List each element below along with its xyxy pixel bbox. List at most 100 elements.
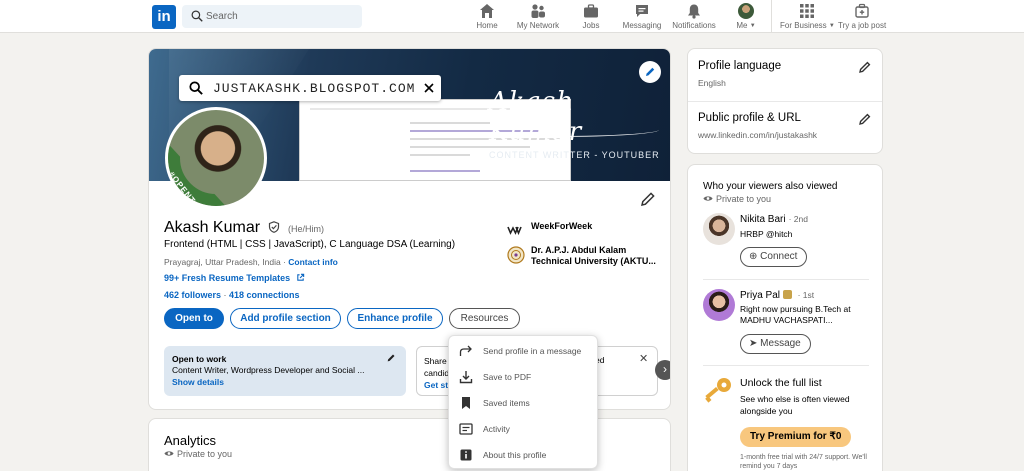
eye-icon xyxy=(164,451,174,456)
profile-location: Prayagraj, Uttar Pradesh, India · xyxy=(164,257,289,267)
network-icon xyxy=(531,4,545,18)
send-icon: ➤ xyxy=(749,338,761,349)
resources-menu: Send profile in a message Save to PDF Sa… xyxy=(448,335,598,469)
followers-link[interactable]: 462 followers xyxy=(164,290,221,300)
close-icon[interactable]: ✕ xyxy=(639,352,648,365)
eye-icon xyxy=(703,196,713,201)
pencil-icon xyxy=(646,67,655,76)
info-icon xyxy=(460,449,472,461)
show-details-link[interactable]: Show details xyxy=(172,377,224,387)
nav-home-label: Home xyxy=(476,21,498,30)
open-to-work-desc: Content Writer, Wordpress Developer and … xyxy=(172,365,365,375)
open-to-work-title: Open to work xyxy=(172,354,227,364)
nav-notifications[interactable]: Notifications xyxy=(670,3,718,31)
nav-jobs[interactable]: Jobs xyxy=(580,3,602,31)
nav-my-network-label: My Network xyxy=(516,21,560,30)
nav-notifications-label: Notifications xyxy=(672,21,716,30)
connections-link[interactable]: 418 connections xyxy=(229,290,300,300)
add-person-icon: ⊕ xyxy=(749,251,761,262)
menu-item-saved-items[interactable]: Saved items xyxy=(449,390,599,416)
person-title: HRBP @hitch xyxy=(740,229,793,239)
message-button-label: Message xyxy=(760,338,801,349)
experience-name: WeekForWeek xyxy=(531,221,593,231)
banner-subtitle: CONTENT WRITTER - YOUTUBER xyxy=(489,150,660,160)
person-name[interactable]: Nikita Bari xyxy=(740,214,786,225)
viewers-privacy: Private to you xyxy=(716,194,772,204)
banner-url-text: JUSTAKASHK.BLOGSPOT.COM xyxy=(213,81,416,96)
premium-badge-icon xyxy=(782,290,792,299)
public-profile-url: www.linkedin.com/in/justakashk xyxy=(698,130,818,140)
download-icon xyxy=(459,371,473,384)
menu-item-send-profile[interactable]: Send profile in a message xyxy=(449,338,599,364)
menu-item-save-pdf[interactable]: Save to PDF xyxy=(449,364,599,390)
menu-label: Send profile in a message xyxy=(483,346,582,356)
share-card-line1: Share xyxy=(424,356,447,366)
get-started-link[interactable]: Get st xyxy=(424,380,448,390)
edit-cover-button[interactable] xyxy=(639,61,661,83)
try-premium-button[interactable]: Try Premium for ₹0 xyxy=(740,427,852,447)
carousel-next-button[interactable]: › xyxy=(655,360,670,380)
nav-jobs-label: Jobs xyxy=(582,21,600,30)
bookmark-icon xyxy=(462,397,470,409)
profile-language-value: English xyxy=(698,78,726,88)
profile-photo[interactable]: #OPENTOWORK xyxy=(165,107,267,209)
profile-language-title: Profile language xyxy=(698,60,782,72)
profile-name: Akash Kumar xyxy=(164,219,261,236)
chevron-right-icon: › xyxy=(663,362,667,376)
enhance-profile-button[interactable]: Enhance profile xyxy=(347,308,443,329)
edit-url-pencil-icon[interactable] xyxy=(858,112,872,126)
banner-signature: Akash Kumar xyxy=(489,87,583,147)
nav-me[interactable]: Me ▼ xyxy=(734,3,758,31)
grid-icon xyxy=(800,4,814,18)
premium-title: Unlock the full list xyxy=(740,377,822,389)
chat-icon xyxy=(636,5,648,17)
profile-headline: Frontend (HTML | CSS | JavaScript), C La… xyxy=(164,239,456,250)
nav-messaging-label: Messaging xyxy=(622,21,662,30)
university-seal-icon xyxy=(507,246,525,264)
chevron-down-icon: ▼ xyxy=(828,22,835,29)
person-avatar[interactable] xyxy=(703,289,735,321)
nav-for-business[interactable]: For Business ▼ xyxy=(780,3,835,31)
edit-intro-pencil-icon[interactable] xyxy=(639,190,657,208)
top-nav: in Home My Network Jobs Messaging Notifi… xyxy=(0,0,1024,33)
nav-me-label: Me xyxy=(736,21,748,30)
menu-label: Saved items xyxy=(483,398,530,408)
banner-url-bar: JUSTAKASHK.BLOGSPOT.COM xyxy=(179,75,441,101)
search-bar[interactable] xyxy=(182,5,362,28)
nav-home[interactable]: Home xyxy=(474,3,500,31)
key-icon xyxy=(705,378,731,403)
add-profile-section-button[interactable]: Add profile section xyxy=(230,308,341,329)
nav-try-job-post[interactable]: Try a job post xyxy=(838,3,886,31)
pronouns: (He/Him) xyxy=(287,224,324,234)
public-profile-title: Public profile & URL xyxy=(698,112,801,124)
analytics-title: Analytics xyxy=(164,433,217,448)
resume-templates-link[interactable]: 99+ Fresh Resume Templates xyxy=(164,273,290,283)
connect-button-label: Connect xyxy=(760,251,798,262)
nav-my-network[interactable]: My Network xyxy=(514,3,562,31)
message-button[interactable]: ➤ Message xyxy=(740,334,811,354)
nav-try-job-post-label: Try a job post xyxy=(838,21,887,30)
edit-language-pencil-icon[interactable] xyxy=(858,60,872,74)
pencil-icon[interactable] xyxy=(386,353,396,363)
menu-label: About this profile xyxy=(483,450,547,460)
share-arrow-icon xyxy=(459,345,472,356)
open-to-work-box[interactable]: Open to work Content Writer, Wordpress D… xyxy=(164,346,406,396)
menu-item-activity[interactable]: Activity xyxy=(449,416,599,442)
person-name[interactable]: Priya Pal xyxy=(740,290,780,301)
person-avatar[interactable] xyxy=(703,213,735,245)
home-icon xyxy=(480,4,494,18)
close-icon xyxy=(424,83,434,93)
contact-info-link[interactable]: Contact info xyxy=(288,257,338,267)
search-input[interactable] xyxy=(206,5,356,28)
profile-settings-card: Profile language English Public profile … xyxy=(687,48,883,154)
menu-item-about-profile[interactable]: About this profile xyxy=(449,442,599,468)
linkedin-logo-icon[interactable]: in xyxy=(152,5,176,29)
connect-button[interactable]: ⊕ Connect xyxy=(740,247,808,267)
nav-divider xyxy=(771,0,772,33)
resources-button[interactable]: Resources xyxy=(449,308,520,329)
education-name: Dr. A.P.J. Abdul Kalam Technical Univers… xyxy=(531,245,656,266)
nav-messaging[interactable]: Messaging xyxy=(620,3,664,31)
open-to-button[interactable]: Open to xyxy=(164,308,224,329)
weekforweek-logo-icon xyxy=(507,226,522,236)
verified-shield-icon[interactable] xyxy=(268,221,280,233)
